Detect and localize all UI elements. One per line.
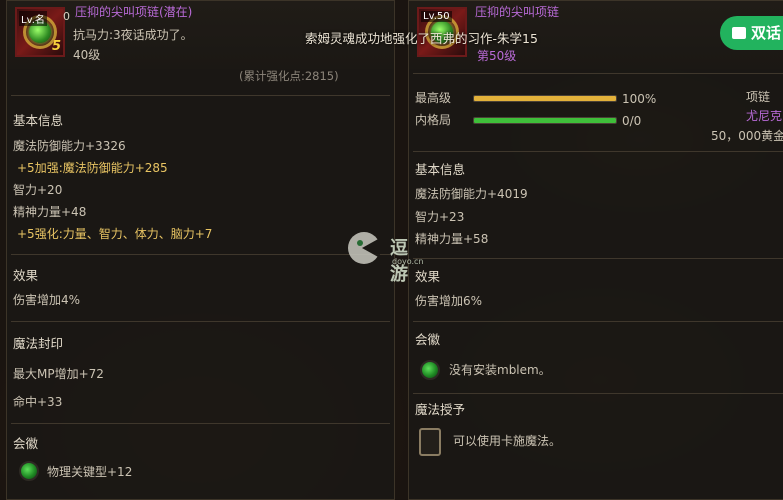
right-stat-line: 精神力量+58 xyxy=(415,232,489,246)
left-seal-line: 最大MP增加+72 xyxy=(13,367,104,381)
left-option-line: 抗马力:3夜话成功了。 xyxy=(73,28,193,42)
watermark-logo-mouth xyxy=(362,238,380,258)
right-grant-title: 魔法授予 xyxy=(415,402,466,417)
chat-bubble-icon xyxy=(732,26,746,39)
divider xyxy=(413,73,783,74)
left-stat-line: +5强化:力量、智力、体力、脑力+7 xyxy=(17,227,213,241)
empty-emblem-socket-icon[interactable] xyxy=(420,360,440,380)
right-inner-label: 内格局 xyxy=(415,113,452,127)
right-type-label: 项链 xyxy=(746,90,771,104)
left-emblem-text: 物理关键型+12 xyxy=(47,465,133,479)
divider xyxy=(413,258,783,259)
inner-bar-fill xyxy=(474,118,616,123)
share-button[interactable]: 双话 xyxy=(720,16,783,50)
right-emblem-title: 会徽 xyxy=(415,332,441,347)
watermark-domain: doyo.cn xyxy=(392,257,424,266)
right-grant-text: 可以使用卡施魔法。 xyxy=(453,434,562,448)
left-stat-line: 魔法防御能力+3326 xyxy=(13,139,126,153)
left-stat-line: 精神力量+48 xyxy=(13,205,87,219)
left-emblem-title: 会徽 xyxy=(13,436,39,451)
inner-bar xyxy=(473,117,617,124)
right-inner-value: 0/0 xyxy=(622,114,642,128)
divider xyxy=(413,321,783,322)
right-tooltip-panel: Lv.50 压抑的尖叫项链 第50级 最高级 100% 内格局 0/0 项链 尤… xyxy=(408,0,783,500)
divider xyxy=(11,254,390,255)
right-stat-line: 魔法防御能力+4019 xyxy=(415,187,528,201)
divider xyxy=(11,95,390,96)
left-seal-title: 魔法封印 xyxy=(13,336,64,351)
left-effect-title: 效果 xyxy=(13,268,39,283)
right-max-level-label: 最高级 xyxy=(415,91,452,105)
max-level-bar xyxy=(473,95,617,102)
right-seller: 尤尼克 xyxy=(746,109,783,123)
right-emblem-text: 没有安装mblem。 xyxy=(449,363,551,377)
right-stat-line: 智力+23 xyxy=(415,210,465,224)
left-effect-text: 伤害增加4% xyxy=(13,293,81,307)
left-stat-line: +5加强:魔法防御能力+285 xyxy=(17,161,168,175)
left-level-text: 40级 xyxy=(73,48,101,62)
left-seal-line: 命中+33 xyxy=(13,395,63,409)
system-notice: 索姆灵魂成功地强化了西弗的习作-朱学15 xyxy=(305,31,538,46)
left-stat-line: 智力+20 xyxy=(13,183,63,197)
divider xyxy=(413,393,783,394)
divider xyxy=(11,321,390,322)
emblem-socket-icon[interactable] xyxy=(19,461,39,481)
left-basic-title: 基本信息 xyxy=(13,113,64,128)
left-plus-badge: 5 xyxy=(51,39,61,54)
max-level-bar-fill xyxy=(474,96,616,101)
share-label: 双话 xyxy=(751,24,782,42)
left-level-badge: Lv.名 xyxy=(19,11,47,26)
right-level-badge: Lv.50 xyxy=(421,11,452,22)
right-effect-title: 效果 xyxy=(415,269,441,284)
left-item-name: 压抑的尖叫项链(潜在) xyxy=(75,5,193,19)
magic-slot-icon[interactable] xyxy=(419,428,441,456)
left-count-badge: 0 xyxy=(63,10,70,23)
divider xyxy=(413,151,783,152)
left-tooltip-panel: Lv.名 5 0 压抑的尖叫项链(潜在) 抗马力:3夜话成功了。 40级 (累计… xyxy=(6,0,395,500)
right-item-name: 压抑的尖叫项链 xyxy=(475,5,560,19)
right-max-level-value: 100% xyxy=(622,92,657,106)
left-cumulative-points: (累计强化点:2815) xyxy=(239,69,339,83)
right-price: 50，000黄金 xyxy=(711,129,783,143)
watermark-logo-eye xyxy=(357,240,363,246)
divider xyxy=(11,423,390,424)
right-basic-title: 基本信息 xyxy=(415,162,466,177)
right-level-text: 第50级 xyxy=(477,49,517,63)
left-item-icon[interactable]: Lv.名 5 xyxy=(15,7,65,57)
right-effect-text: 伤害增加6% xyxy=(415,294,483,308)
